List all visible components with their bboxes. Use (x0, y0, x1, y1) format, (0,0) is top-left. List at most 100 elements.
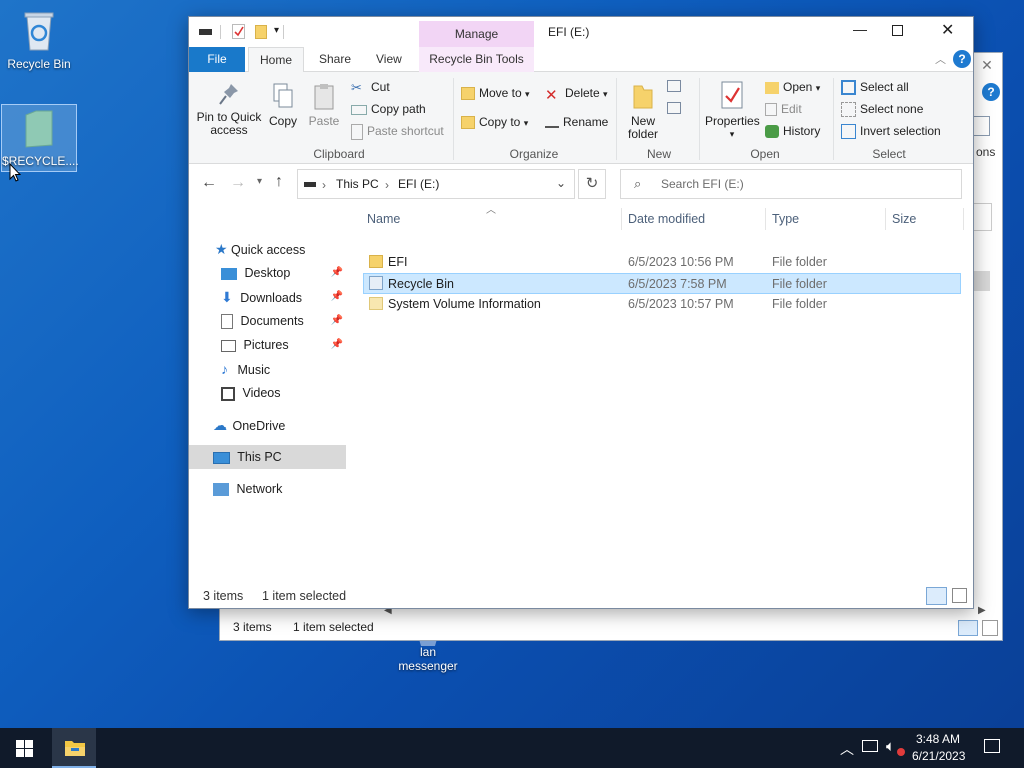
pin-icon[interactable]: 📌 (331, 285, 343, 309)
new-item-icon[interactable] (667, 80, 681, 92)
large-icons-view-icon[interactable] (952, 588, 967, 603)
start-windows-icon[interactable] (16, 740, 33, 757)
invert-selection-icon (841, 124, 856, 140)
address-dropdown-icon[interactable]: ⌄ (556, 176, 566, 190)
nav-downloads[interactable]: ⬇ Downloads 📌 (221, 285, 343, 309)
new-folder-button[interactable]: New folder (622, 82, 664, 141)
history-button[interactable]: History (765, 124, 820, 139)
tab-home[interactable]: Home (248, 47, 304, 72)
nav-onedrive[interactable]: ☁ OneDrive (213, 413, 285, 437)
crumb-separator-icon: › (322, 178, 326, 192)
back-close-icon[interactable]: ✕ (972, 53, 1002, 77)
star-icon: ★ (215, 241, 228, 257)
pin-icon[interactable]: 📌 (331, 261, 343, 285)
invert-selection-button[interactable]: Invert selection (841, 124, 941, 140)
move-to-button[interactable]: Move to ▾ (461, 86, 530, 101)
copy-icon (273, 83, 293, 108)
open-group-label: Open (750, 147, 780, 161)
copy-button[interactable]: Copy (265, 82, 301, 128)
easy-access-icon[interactable] (667, 102, 681, 114)
paste-button[interactable]: Paste (306, 82, 342, 128)
refresh-icon[interactable]: ↻ (578, 169, 606, 199)
properties-button[interactable]: Properties ▾ (705, 80, 760, 141)
back-arrow-icon[interactable]: ← (201, 174, 217, 192)
open-button[interactable]: Open ▾ (765, 80, 820, 94)
back-ribbon-icon (972, 116, 990, 136)
organize-group-label: Organize (509, 147, 559, 161)
forward-arrow-icon[interactable]: → (230, 174, 246, 192)
column-type[interactable]: Type (772, 212, 799, 226)
column-name[interactable]: Name (367, 212, 400, 226)
nav-desktop[interactable]: Desktop 📌 (221, 261, 343, 285)
select-all-label: Select all (860, 80, 909, 94)
column-date-modified[interactable]: Date modified (628, 212, 705, 226)
folder-icon (25, 110, 53, 148)
table-row-efi[interactable]: EFI 6/5/2023 10:56 PM File folder (363, 252, 961, 273)
clock-time[interactable]: 3:48 AM (916, 732, 960, 746)
title-bar[interactable]: ▾ Manage EFI (E:) — ✕ (189, 17, 973, 48)
notification-icon[interactable] (984, 739, 1000, 753)
new-folder-qat-icon[interactable] (255, 25, 267, 39)
qat-dropdown-icon[interactable]: ▾ (274, 25, 279, 36)
pin-quick-access-button[interactable]: Pin to Quick access (195, 82, 263, 137)
network-tray-icon[interactable] (862, 740, 878, 752)
delete-button[interactable]: ✕ Delete ▾ (545, 86, 608, 104)
nav-quick-access[interactable]: ★ Quick access (215, 237, 305, 261)
tab-file[interactable]: File (189, 47, 245, 72)
move-to-icon (461, 87, 475, 101)
nav-this-pc[interactable]: This PC (213, 445, 282, 469)
ribbon-collapse-icon[interactable]: ︿ (935, 51, 946, 67)
crumb-efi[interactable]: EFI (E:) (398, 177, 439, 191)
tab-view[interactable]: View (364, 47, 414, 72)
properties-qat-icon[interactable] (232, 24, 245, 39)
address-bar[interactable]: › This PC › EFI (E:) ⌄ (297, 169, 575, 199)
nav-network[interactable]: Network (213, 477, 282, 501)
search-input[interactable]: ⌕ Search EFI (E:) (620, 169, 962, 199)
address-row: ← → ▾ ↑ › This PC › EFI (E:) ⌄ ↻ ⌕ Searc… (189, 164, 973, 204)
status-selected: 1 item selected (262, 589, 347, 603)
nav-pictures[interactable]: Pictures 📌 (221, 333, 343, 357)
nav-videos[interactable]: Videos (221, 381, 280, 405)
details-view-icon[interactable] (926, 587, 947, 605)
minimize-icon[interactable]: — (845, 21, 875, 43)
help-icon[interactable]: ? (953, 50, 971, 68)
column-size[interactable]: Size (892, 212, 916, 226)
select-all-button[interactable]: Select all (841, 80, 909, 96)
select-all-icon (841, 80, 856, 96)
maximize-icon[interactable] (892, 25, 903, 36)
recycle-bin-folder-icon (369, 276, 383, 290)
rename-button[interactable]: Rename (545, 115, 608, 129)
copy-to-button[interactable]: Copy to ▾ (461, 115, 528, 130)
pin-icon[interactable]: 📌 (331, 333, 343, 357)
up-arrow-icon[interactable]: ↑ (275, 173, 283, 191)
back-help-icon[interactable]: ? (982, 83, 1000, 101)
delete-label: Delete (565, 86, 600, 101)
clock-date[interactable]: 6/21/2023 (912, 749, 965, 763)
back-details-view-icon[interactable] (958, 620, 978, 636)
paste-shortcut-button[interactable]: Paste shortcut (351, 124, 444, 140)
new-folder-label: New folder (627, 114, 659, 141)
select-none-button[interactable]: Select none (841, 102, 923, 118)
recycle-folder-desktop-icon[interactable]: $RECYCLE.... (1, 104, 79, 172)
crumb-this-pc[interactable]: This PC (336, 177, 379, 191)
scissors-icon: ✂ (351, 80, 362, 95)
tab-recycle-bin-tools[interactable]: Recycle Bin Tools (419, 47, 534, 72)
nav-music[interactable]: ♪ Music (221, 357, 270, 381)
table-row-system-volume-information[interactable]: System Volume Information 6/5/2023 10:57… (363, 294, 961, 315)
back-scroll-right-icon[interactable]: ▶ (978, 605, 986, 616)
recycle-bin-desktop-icon[interactable]: Recycle Bin (1, 8, 77, 71)
back-tiles-view-icon[interactable] (982, 620, 998, 636)
table-row-recycle-bin[interactable]: Recycle Bin 6/5/2023 7:58 PM File folder (363, 273, 961, 294)
edit-button[interactable]: Edit (765, 102, 802, 117)
close-icon[interactable]: ✕ (941, 20, 961, 40)
folder-icon (369, 297, 383, 310)
copy-path-button[interactable]: Copy path (351, 102, 426, 116)
pin-icon[interactable]: 📌 (331, 309, 343, 333)
show-hidden-icons-icon[interactable]: ︿ (840, 739, 854, 759)
nav-documents[interactable]: Documents 📌 (221, 309, 343, 333)
tab-share[interactable]: Share (307, 47, 363, 72)
volume-muted-icon[interactable]: 🔈︎ (886, 738, 895, 755)
cut-button[interactable]: ✂ Cut (351, 80, 390, 96)
file-explorer-taskbar-button[interactable] (52, 728, 96, 768)
recent-locations-icon[interactable]: ▾ (257, 176, 262, 187)
